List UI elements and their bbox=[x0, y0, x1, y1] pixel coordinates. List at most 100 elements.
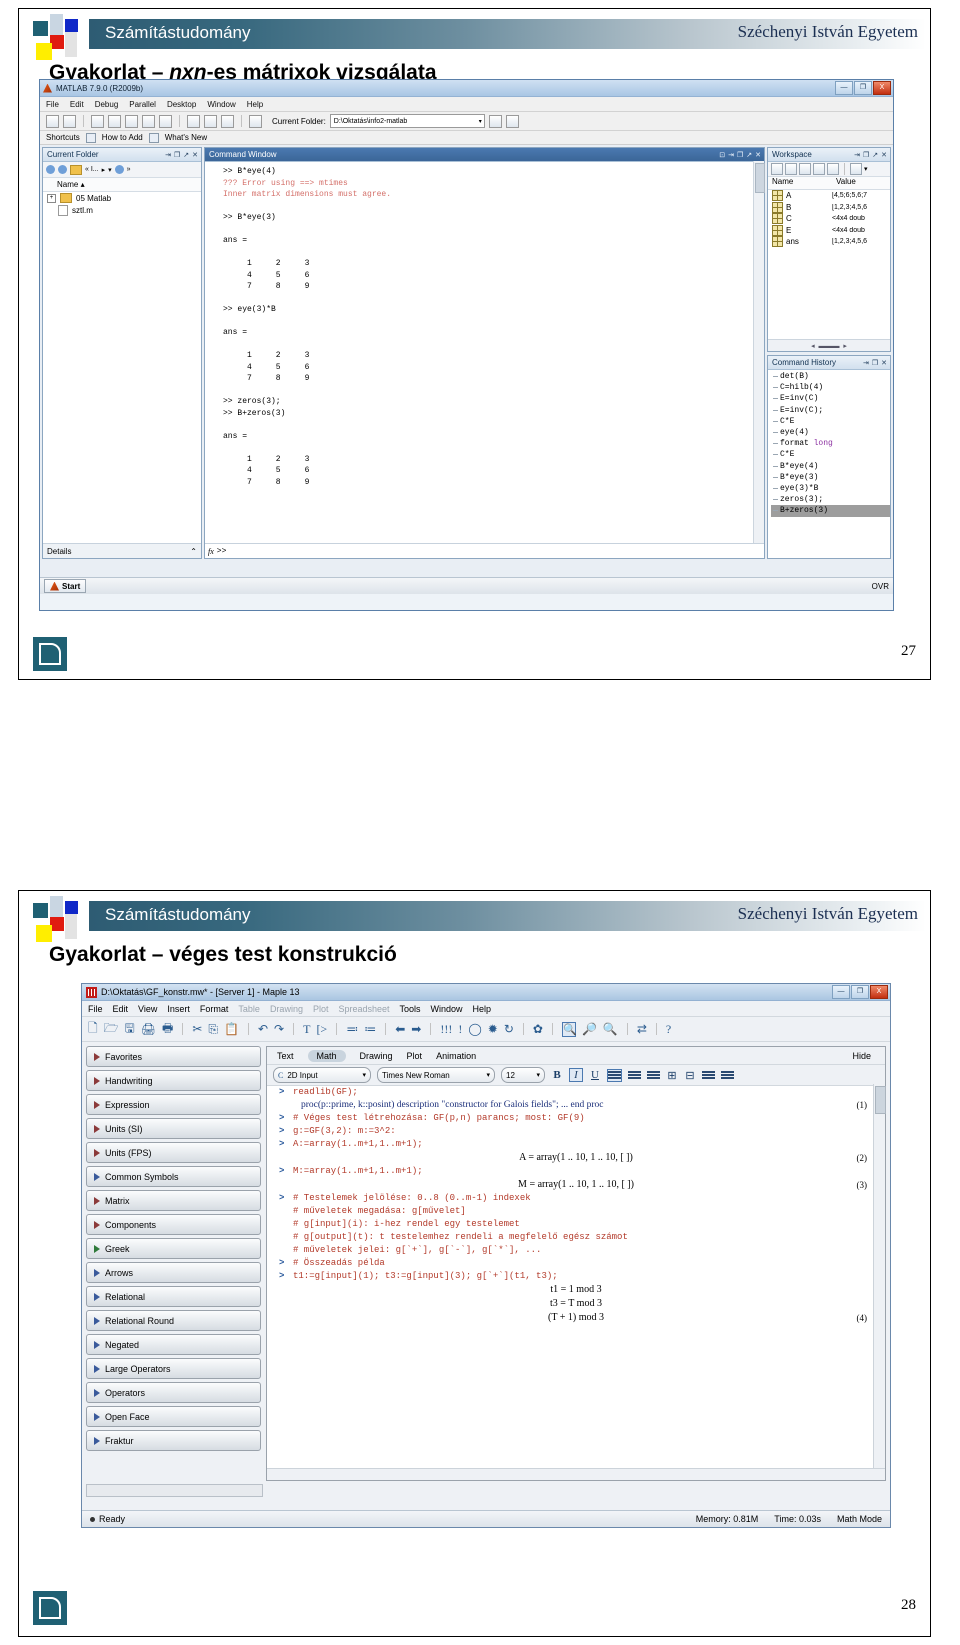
command-window-scrollbar[interactable] bbox=[753, 161, 765, 545]
palette-relational[interactable]: Relational bbox=[86, 1286, 261, 1307]
help-icon[interactable]: ? bbox=[666, 1022, 671, 1037]
open-variable-icon[interactable] bbox=[785, 163, 797, 175]
chevron-down-icon[interactable]: ▾ bbox=[479, 118, 482, 125]
history-entry[interactable]: B*eye(4) bbox=[771, 461, 890, 472]
scrollbar-thumb[interactable] bbox=[755, 163, 765, 193]
worksheet-line[interactable]: # g[output](t): t testelemhez rendeli a … bbox=[267, 1231, 885, 1244]
stop-icon[interactable]: ◯ bbox=[468, 1022, 481, 1037]
new-file-icon[interactable] bbox=[46, 114, 59, 128]
column-name[interactable]: Name bbox=[768, 177, 832, 189]
worksheet-line[interactable]: # g[input](i): i-hez rendel egy testelem… bbox=[267, 1218, 885, 1231]
open-file-icon[interactable] bbox=[63, 114, 76, 128]
shortcut-how-to-add[interactable]: How to Add bbox=[102, 133, 143, 142]
menu-item-edit[interactable]: Edit bbox=[70, 100, 84, 109]
maple-menu-item-help[interactable]: Help bbox=[473, 1004, 492, 1014]
shortcut-icon-1[interactable] bbox=[85, 132, 96, 143]
help-panel-icon[interactable]: ⊡ bbox=[719, 151, 725, 159]
undo-icon[interactable]: ↶ bbox=[258, 1022, 268, 1037]
chevron-down-icon[interactable]: ▾ bbox=[362, 1071, 366, 1079]
palette-open-face[interactable]: Open Face bbox=[86, 1406, 261, 1427]
worksheet-line[interactable]: t1 = 1 mod 3 bbox=[267, 1283, 885, 1297]
maple-menu-item-tools[interactable]: Tools bbox=[400, 1004, 421, 1014]
history-entry[interactable]: C=hilb(4) bbox=[771, 382, 890, 393]
plot-dropdown-icon[interactable]: ▾ bbox=[864, 165, 868, 173]
history-entry[interactable]: format long bbox=[771, 438, 890, 449]
browse-folder-icon[interactable] bbox=[488, 114, 502, 128]
guide-icon[interactable] bbox=[204, 114, 217, 128]
hide-panel-button[interactable]: Hide bbox=[852, 1051, 871, 1061]
history-entry[interactable]: E=inv(C) bbox=[771, 393, 890, 404]
breadcrumb-arrow[interactable]: ▸ bbox=[102, 166, 106, 174]
copy-icon[interactable]: ⎘ bbox=[208, 1022, 218, 1037]
paste-icon[interactable]: 📋 bbox=[224, 1022, 239, 1037]
undo-icon[interactable] bbox=[142, 114, 155, 128]
indent-icon[interactable]: ≕ bbox=[346, 1022, 358, 1037]
worksheet-line[interactable]: > g:=GF(3,2): m:=3^2: bbox=[267, 1125, 885, 1138]
history-entry[interactable]: eye(3)*B bbox=[771, 483, 890, 494]
history-entry[interactable]: eye(4) bbox=[771, 427, 890, 438]
float-icon[interactable]: ❐ bbox=[737, 151, 743, 159]
palette-relational-round[interactable]: Relational Round bbox=[86, 1310, 261, 1331]
menu-item-help[interactable]: Help bbox=[247, 100, 263, 109]
workspace-row[interactable]: C <4x4 doub bbox=[768, 213, 890, 225]
simulink-icon[interactable] bbox=[187, 114, 200, 128]
worksheet-line[interactable]: > A:=array(1..m+1,1..m+1); bbox=[267, 1138, 885, 1151]
worksheet-line[interactable]: proc(p::prime, k::posint) description "c… bbox=[267, 1099, 885, 1112]
align-right-button[interactable] bbox=[647, 1070, 660, 1081]
context-tab-text[interactable]: Text bbox=[277, 1051, 294, 1061]
zoom-out-icon[interactable]: 🔍 bbox=[603, 1022, 618, 1037]
palette-fraktur[interactable]: Fraktur bbox=[86, 1430, 261, 1451]
details-bar[interactable]: Details ⌃ bbox=[43, 543, 201, 558]
profiler-icon[interactable] bbox=[221, 114, 234, 128]
column-value[interactable]: Value bbox=[832, 177, 856, 189]
document-vscrollbar[interactable] bbox=[873, 1084, 886, 1469]
workspace-row[interactable]: B [1,2,3;4,5,6 bbox=[768, 201, 890, 214]
new-variable-icon[interactable] bbox=[771, 163, 783, 175]
remove-section-button[interactable]: ⊟ bbox=[684, 1069, 696, 1082]
dock-icon[interactable]: ⇥ bbox=[863, 359, 869, 367]
minimize-button[interactable]: — bbox=[835, 81, 853, 95]
worksheet-line[interactable]: A = array(1 .. 10, 1 .. 10, [ ]) (2) bbox=[267, 1151, 885, 1165]
save-icon[interactable]: 🖫 bbox=[125, 1019, 135, 1040]
menu-item-window[interactable]: Window bbox=[207, 100, 235, 109]
maple-menu-item-format[interactable]: Format bbox=[200, 1004, 229, 1014]
history-entry[interactable]: zeros(3); bbox=[771, 494, 890, 505]
worksheet-line[interactable]: > # Összeadás példa bbox=[267, 1257, 885, 1270]
palette-units-fps[interactable]: Units (FPS) bbox=[86, 1142, 261, 1163]
math-mode-icon[interactable]: [> bbox=[316, 1022, 327, 1037]
worksheet-line[interactable]: t3 = T mod 3 bbox=[267, 1297, 885, 1311]
worksheet-line[interactable]: (T + 1) mod 3 (4) bbox=[267, 1311, 885, 1325]
maple-menu-item-file[interactable]: File bbox=[88, 1004, 103, 1014]
history-entry[interactable]: E=inv(C); bbox=[771, 405, 890, 416]
worksheet-line[interactable]: > M:=array(1..m+1,1..m+1); bbox=[267, 1165, 885, 1178]
panel-close-icon[interactable]: ✕ bbox=[755, 151, 761, 159]
forward-arrow-icon[interactable]: ➡ bbox=[411, 1022, 421, 1037]
panel-close-icon[interactable]: ✕ bbox=[881, 359, 887, 367]
panel-close-icon[interactable]: ✕ bbox=[881, 151, 887, 159]
palette-large-operators[interactable]: Large Operators bbox=[86, 1358, 261, 1379]
history-entry[interactable]: C*E bbox=[771, 416, 890, 427]
document-hscrollbar[interactable] bbox=[267, 1468, 885, 1480]
shortcut-whats-new[interactable]: What's New bbox=[165, 133, 207, 142]
expand-icon[interactable]: + bbox=[47, 193, 56, 203]
maximize-button[interactable]: ❐ bbox=[851, 985, 869, 999]
context-tab-math[interactable]: Math bbox=[307, 1049, 346, 1062]
palette-matrix[interactable]: Matrix bbox=[86, 1190, 261, 1211]
fx-icon[interactable]: fx bbox=[208, 547, 214, 556]
history-entry[interactable]: C*E bbox=[771, 449, 890, 460]
palette-operators[interactable]: Operators bbox=[86, 1382, 261, 1403]
minimize-button[interactable]: — bbox=[832, 985, 850, 999]
toggle-view-icon[interactable]: ⇄ bbox=[637, 1022, 647, 1037]
menu-item-debug[interactable]: Debug bbox=[95, 100, 119, 109]
worksheet-line[interactable]: > # Véges test létrehozása: GF(p,n) paran… bbox=[267, 1112, 885, 1125]
back-icon[interactable] bbox=[46, 165, 55, 174]
palette-common-symbols[interactable]: Common Symbols bbox=[86, 1166, 261, 1187]
up-folder-icon[interactable] bbox=[505, 114, 519, 128]
maple-menu-item-view[interactable]: View bbox=[138, 1004, 157, 1014]
shortcut-icon-2[interactable] bbox=[148, 132, 159, 143]
maple-menu-item-edit[interactable]: Edit bbox=[113, 1004, 129, 1014]
start-button[interactable]: Start bbox=[44, 579, 87, 593]
menu-item-desktop[interactable]: Desktop bbox=[167, 100, 196, 109]
paste-icon[interactable] bbox=[125, 114, 138, 128]
save-workspace-icon[interactable] bbox=[813, 163, 825, 175]
